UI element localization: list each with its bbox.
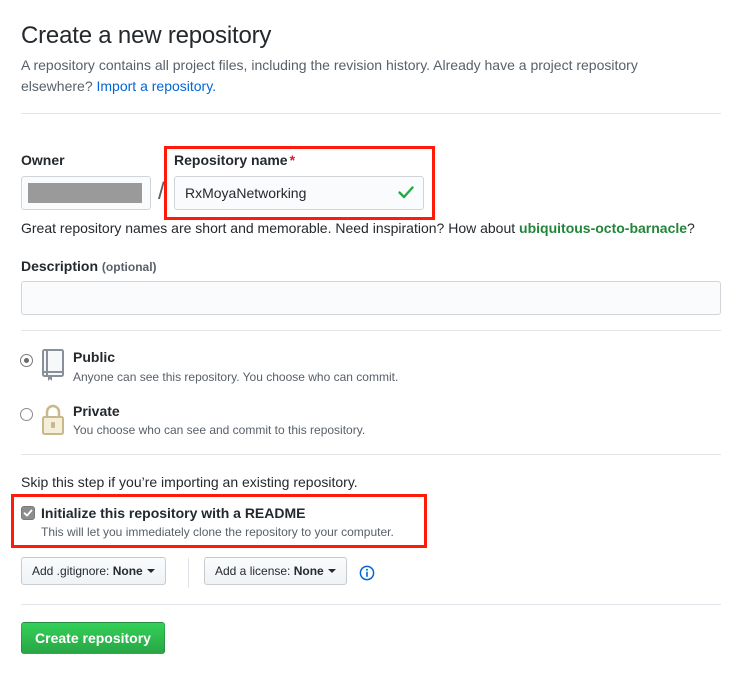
- divider: [21, 454, 721, 455]
- skip-text: Skip this step if you’re importing an ex…: [21, 474, 358, 490]
- description-label: Description (optional): [21, 258, 157, 274]
- private-note: You choose who can see and commit to thi…: [73, 423, 366, 437]
- highlight-box-readme: [11, 494, 427, 548]
- description-input[interactable]: [21, 281, 721, 315]
- import-repository-link[interactable]: Import a repository.: [97, 78, 217, 94]
- name-suggestion-link[interactable]: ubiquitous-octo-barnacle: [519, 220, 687, 236]
- gitignore-dropdown[interactable]: Add .gitignore: None: [21, 557, 166, 585]
- repo-book-icon: [42, 349, 64, 381]
- caret-down-icon: [146, 568, 155, 573]
- highlight-box-repo-name: [164, 146, 435, 220]
- private-radio[interactable]: [20, 408, 33, 421]
- license-dropdown[interactable]: Add a license: None: [204, 557, 347, 585]
- public-note: Anyone can see this repository. You choo…: [73, 370, 399, 384]
- owner-select[interactable]: [21, 176, 151, 210]
- owner-redacted-value: [28, 183, 142, 203]
- gitignore-value: None: [112, 564, 143, 578]
- optional-tag: (optional): [101, 260, 157, 274]
- description-label-text: Description: [21, 258, 99, 274]
- divider: [21, 113, 721, 114]
- license-value: None: [293, 564, 324, 578]
- public-title: Public: [73, 349, 116, 365]
- public-radio[interactable]: [20, 354, 33, 367]
- divider: [21, 604, 721, 605]
- create-repository-button[interactable]: Create repository: [21, 622, 165, 654]
- page-title: Create a new repository: [21, 22, 272, 49]
- caret-down-icon: [327, 568, 336, 573]
- lock-icon: [42, 404, 64, 435]
- vertical-divider: [188, 558, 189, 588]
- repo-name-hint: Great repository names are short and mem…: [21, 220, 695, 236]
- info-icon[interactable]: [359, 565, 375, 581]
- divider: [21, 330, 721, 331]
- hint-text: Great repository names are short and mem…: [21, 220, 516, 236]
- gitignore-prefix: Add .gitignore:: [32, 564, 110, 578]
- page-subtitle: A repository contains all project files,…: [21, 55, 711, 97]
- license-prefix: Add a license:: [215, 564, 291, 578]
- private-title: Private: [73, 403, 120, 419]
- hint-suffix: ?: [687, 220, 695, 236]
- owner-label: Owner: [21, 152, 65, 168]
